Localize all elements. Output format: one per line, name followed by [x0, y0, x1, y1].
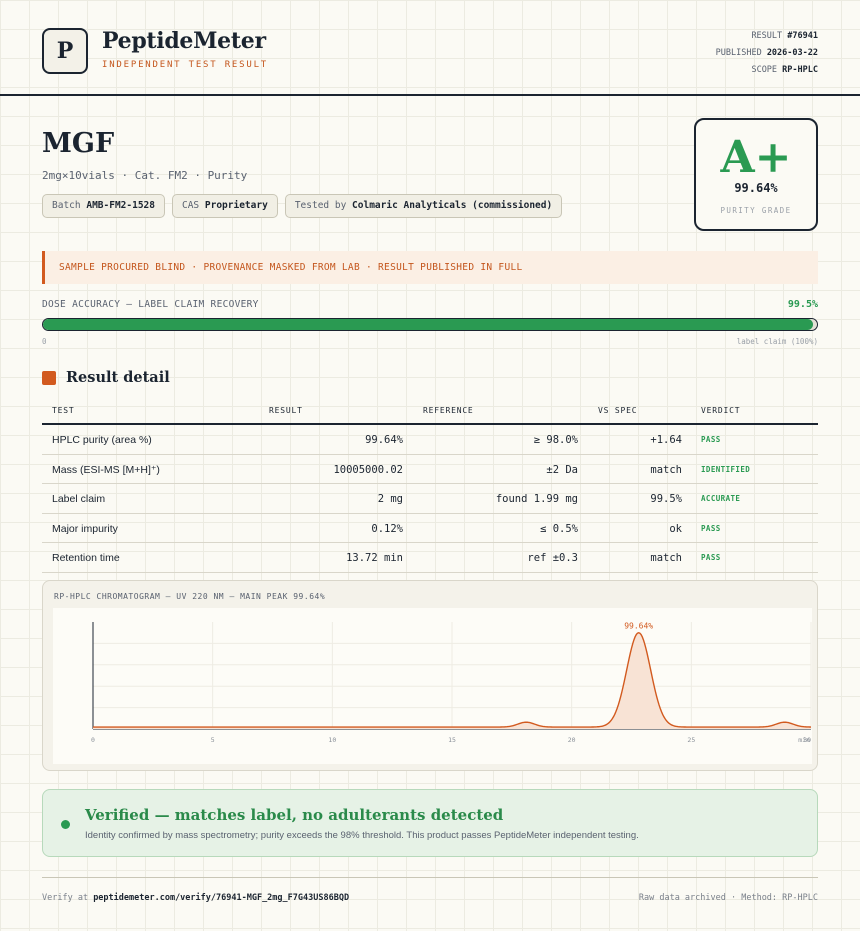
batch-value: AMB-FM2-1528 [86, 200, 155, 211]
row-verdict: ACCURATE [701, 494, 741, 503]
tested-by-value: Colmaric Analyticals (commissioned) [352, 200, 553, 211]
chromatogram-card: RP-HPLC CHROMATOGRAM — UV 220 NM — MAIN … [42, 580, 818, 771]
x-tick-label: 5 [211, 736, 215, 744]
row-test: HPLC purity (area %) [52, 434, 152, 446]
cas-label: CAS [181, 200, 200, 211]
section-square-icon [42, 370, 56, 385]
row-vs-spec: 99.5% [650, 493, 682, 505]
footer-method: Raw data archived · Method: RP-HPLC [638, 893, 818, 903]
header-reference: REFERENCE [423, 406, 474, 415]
result-label: RESULT [751, 31, 783, 41]
table-row: HPLC purity (area %) 99.64% ≥ 98.0% +1.6… [42, 425, 818, 455]
result-meta: RESULT #76941 PUBLISHED 2026-03-22 SCOPE… [716, 28, 818, 79]
row-test: Mass (ESI-MS [M+H]⁺) [52, 463, 160, 476]
result-number: #76941 [787, 31, 818, 41]
row-result: 13.72 min [346, 552, 403, 564]
x-tick-label: 10 [328, 736, 336, 744]
verify-prefix: Verify at [42, 893, 89, 903]
header-verdict: VERDICT [701, 406, 741, 415]
dose-progress-bar [42, 318, 818, 331]
row-reference: found 1.99 mg [495, 493, 578, 505]
row-result: 2 mg [377, 493, 403, 505]
row-vs-spec: ok [669, 522, 682, 535]
tested-by-label: Tested by [294, 200, 347, 211]
cas-chip: CAS Proprietary [171, 194, 278, 218]
result-detail-heading: Result detail [42, 369, 170, 386]
verified-text: Identity confirmed by mass spectrometry;… [85, 830, 639, 841]
row-reference: ref ±0.3 [527, 552, 578, 564]
scope-label: SCOPE [751, 65, 778, 75]
table-row: Retention time 13.72 min ref ±0.3 match … [42, 543, 818, 573]
row-vs-spec: +1.64 [650, 434, 682, 446]
batch-chip: Batch AMB-FM2-1528 [42, 194, 165, 218]
table-row: Major impurity 0.12% ≤ 0.5% ok PASS [42, 514, 818, 543]
procurement-notice: SAMPLE PROCURED BLIND · PROVENANCE MASKE… [42, 251, 818, 284]
x-tick-label: 25 [687, 736, 695, 744]
table-header: TEST RESULT REFERENCE VS SPEC VERDICT [42, 398, 818, 425]
row-result: 0.12% [371, 522, 403, 535]
result-table: TEST RESULT REFERENCE VS SPEC VERDICT HP… [42, 398, 818, 573]
row-reference: ≤ 0.5% [540, 522, 578, 535]
row-test: Major impurity [52, 522, 118, 535]
published-label: PUBLISHED [715, 48, 762, 58]
table-row: Mass (ESI-MS [M+H]⁺) 10005000.02 ±2 Da m… [42, 455, 818, 484]
row-vs-spec: match [650, 463, 682, 476]
grade-percent: 99.64% [734, 181, 778, 195]
dose-bar-min: 0 [42, 337, 47, 346]
dose-bar-max: label claim (100%) [736, 337, 818, 346]
row-vs-spec: match [650, 552, 682, 564]
header-vs-spec: VS SPEC [598, 406, 638, 415]
report-header: P PeptideMeter INDEPENDENT TEST RESULT R… [0, 0, 860, 96]
product-subtitle: 2mg×10vials · Cat. FM2 · Purity [42, 169, 248, 182]
row-result: 99.64% [365, 434, 403, 446]
batch-label: Batch [52, 200, 81, 211]
tested-by-chip: Tested by Colmaric Analyticals (commissi… [284, 194, 563, 218]
main-peak-label: 99.64% [624, 622, 653, 631]
result-detail-title: Result detail [66, 369, 170, 386]
footer-verify: Verify at peptidemeter.com/verify/76941-… [42, 893, 349, 903]
x-tick-label: min [798, 736, 810, 744]
chromatogram-svg: 0 5 10 15 20 25 30min99.64% [91, 622, 812, 744]
cas-value: Proprietary [204, 200, 268, 211]
x-tick-label: 20 [568, 736, 576, 744]
table-row: Label claim 2 mg found 1.99 mg 99.5% ACC… [42, 484, 818, 514]
row-verdict: IDENTIFIED [701, 464, 751, 474]
verify-link[interactable]: peptidemeter.com/verify/76941-MGF_2mg_F7… [93, 893, 349, 903]
row-verdict: PASS [701, 553, 721, 562]
row-reference: ±2 Da [546, 463, 578, 476]
row-reference: ≥ 98.0% [533, 434, 578, 446]
purity-grade-card: A+ 99.64% PURITY GRADE [694, 118, 818, 231]
row-result: 10005000.02 [333, 463, 403, 476]
row-verdict: PASS [701, 523, 721, 533]
dose-progress-fill [43, 319, 814, 330]
header-test: TEST [52, 406, 75, 415]
product-title: MGF [42, 128, 115, 159]
verified-title: Verified — matches label, no adulterants… [85, 806, 504, 824]
chromatogram-plot: 0 5 10 15 20 25 30 min 99.64% [53, 608, 812, 764]
x-tick-label: 0 [91, 736, 95, 744]
scope-value: RP-HPLC [782, 65, 818, 75]
brand-name: PeptideMeter [102, 28, 266, 54]
footer-divider [42, 877, 818, 878]
x-tick-label: 15 [448, 736, 456, 744]
chromatogram-title: RP-HPLC CHROMATOGRAM — UV 220 NM — MAIN … [54, 592, 326, 601]
published-date: 2026-03-22 [766, 48, 818, 58]
header-result: RESULT [269, 406, 303, 415]
verified-banner: Verified — matches label, no adulterants… [42, 789, 818, 857]
dose-accuracy-value: 99.5% [787, 299, 818, 310]
verified-dot-icon [61, 820, 70, 829]
dose-accuracy-label: DOSE ACCURACY — LABEL CLAIM RECOVERY [42, 299, 259, 310]
row-test: Retention time [52, 552, 120, 564]
brand-subtitle: INDEPENDENT TEST RESULT [102, 60, 269, 70]
grade-letter: A+ [720, 132, 792, 183]
row-verdict: PASS [701, 435, 721, 444]
row-test: Label claim [52, 493, 106, 505]
brand-logo: P [42, 28, 88, 74]
product-chips: Batch AMB-FM2-1528 CAS Proprietary Teste… [42, 194, 563, 218]
grade-label: PURITY GRADE [720, 206, 792, 215]
